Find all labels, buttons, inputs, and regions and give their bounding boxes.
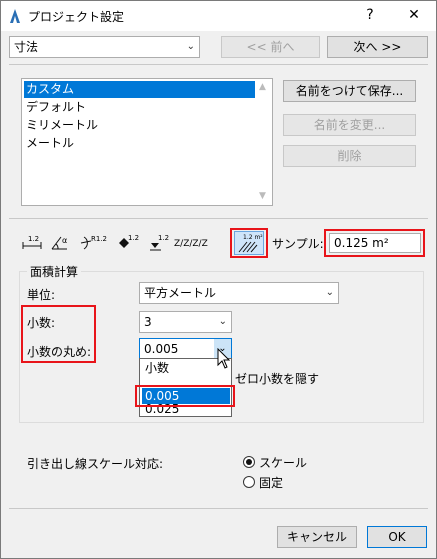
decimals-value: 3 <box>144 315 152 329</box>
radial-dimension-icon[interactable]: R1.2 <box>79 231 107 253</box>
chevron-down-icon: ⌄ <box>218 316 227 327</box>
list-item[interactable]: メートル <box>24 135 256 152</box>
svg-text:R1.2: R1.2 <box>91 235 107 243</box>
decimals-label: 小数: <box>27 316 56 330</box>
svg-text:Z/Z/Z/Z: Z/Z/Z/Z <box>174 239 208 249</box>
cancel-button[interactable]: キャンセル <box>277 526 357 548</box>
unit-label: 単位: <box>27 288 56 302</box>
help-button[interactable]: ? <box>355 3 385 29</box>
unit-value: 平方メートル <box>144 286 217 300</box>
title-bar: プロジェクト設定 ? ✕ <box>1 1 436 31</box>
linear-dimension-icon[interactable]: 1.2 <box>21 231 43 253</box>
radio-scale[interactable] <box>243 456 255 468</box>
preset-list[interactable]: カスタム デフォルト ミリメートル メートル ▲ ▼ <box>21 78 273 206</box>
rounding-option-highlight <box>135 385 235 407</box>
elevation-dimension-icon[interactable]: 1.2 <box>147 231 169 253</box>
close-button[interactable]: ✕ <box>399 3 429 29</box>
save-as-button[interactable]: 名前をつけて保存... <box>283 80 416 102</box>
list-item[interactable]: デフォルト <box>24 99 256 116</box>
rounding-value: 0.005 <box>144 342 179 356</box>
radio-scale-label[interactable]: スケール <box>259 454 307 471</box>
svg-text:1.2 m²: 1.2 m² <box>243 234 263 241</box>
leader-scale-label: 引き出し線スケール対応: <box>27 457 164 471</box>
sample-label: サンプル: <box>272 237 324 251</box>
separator <box>9 218 428 219</box>
list-item[interactable]: カスタム <box>24 81 256 98</box>
hide-zero-label[interactable]: ゼロ小数を隠す <box>235 370 319 387</box>
prev-button[interactable]: << 前へ <box>221 36 320 58</box>
unit-combo[interactable]: 平方メートル ⌄ <box>139 282 339 304</box>
radio-fixed-label[interactable]: 固定 <box>259 474 283 491</box>
level-dimension-icon[interactable]: 1.2 <box>115 231 139 253</box>
scroll-down-icon[interactable]: ▼ <box>259 191 266 201</box>
next-button[interactable]: 次へ >> <box>327 36 428 58</box>
archicad-app-icon <box>10 9 20 23</box>
project-settings-dialog: プロジェクト設定 ? ✕ 寸法 ⌄ << 前へ 次へ >> カスタム デフォルト… <box>0 0 437 559</box>
chevron-down-icon: ⌄ <box>325 287 334 298</box>
svg-text:α: α <box>62 236 67 245</box>
door-window-dimension-icon[interactable]: Z/Z/Z/Z <box>173 231 231 253</box>
svg-text:1.2: 1.2 <box>158 234 169 242</box>
sample-field: 0.125 m² <box>329 233 421 253</box>
list-scrollbar[interactable]: ▲ ▼ <box>255 79 272 205</box>
window-title: プロジェクト設定 <box>28 10 125 24</box>
list-item[interactable]: ミリメートル <box>24 117 256 134</box>
svg-text:1.2: 1.2 <box>28 235 39 243</box>
angle-dimension-icon[interactable]: α <box>49 231 73 253</box>
chevron-down-icon: ⌄ <box>186 41 195 52</box>
radio-fixed[interactable] <box>243 476 255 488</box>
ok-button[interactable]: OK <box>367 526 427 548</box>
rounding-label: 小数の丸め: <box>27 345 92 359</box>
rename-button[interactable]: 名前を変更... <box>283 114 416 136</box>
separator <box>9 508 428 509</box>
separator <box>9 64 428 65</box>
svg-text:1.2: 1.2 <box>128 234 139 242</box>
settings-page-value: 寸法 <box>14 40 39 54</box>
scroll-up-icon[interactable]: ▲ <box>259 82 266 92</box>
mouse-cursor-icon <box>217 348 231 369</box>
area-calc-title: 面積計算 <box>27 263 82 280</box>
area-dimension-icon[interactable]: 1.2 m² <box>234 231 264 255</box>
delete-button[interactable]: 削除 <box>283 145 416 167</box>
settings-page-combo[interactable]: 寸法 ⌄ <box>9 36 200 58</box>
decimals-combo[interactable]: 3 ⌄ <box>139 311 232 333</box>
